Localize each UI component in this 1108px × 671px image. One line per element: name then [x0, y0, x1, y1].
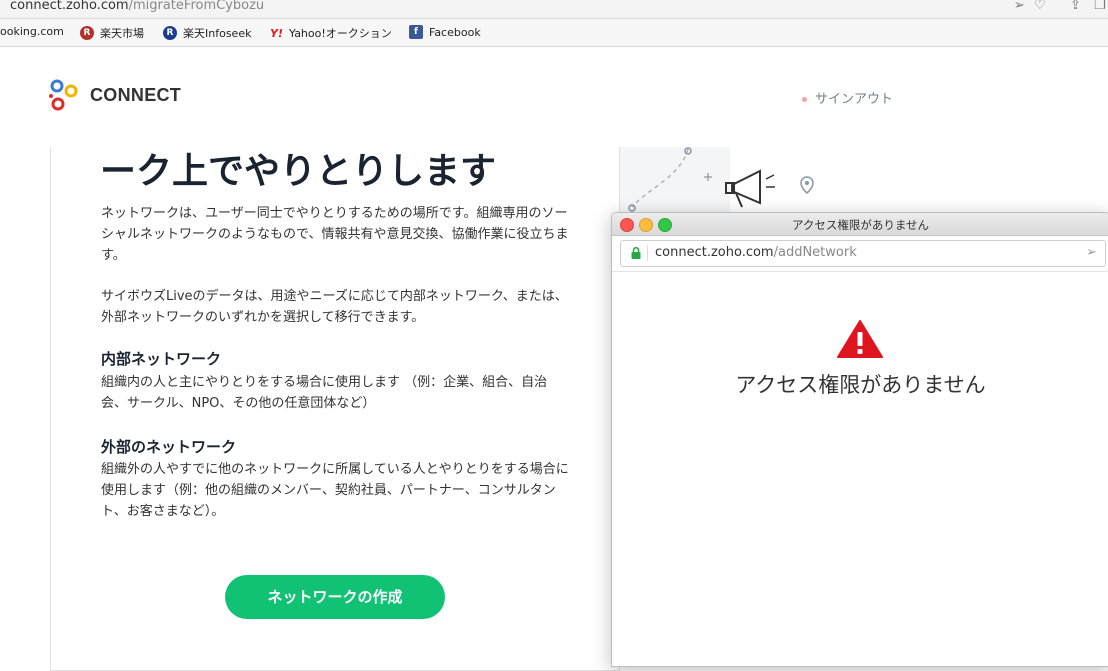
infoseek-icon: R — [163, 26, 177, 40]
access-denied-window: アクセス権限がありません connect.zoho.com/addNetwork… — [611, 212, 1108, 667]
send-page-icon[interactable]: ➢ — [1086, 245, 1097, 260]
browser-url-bar[interactable]: connect.zoho.com/migrateFromCybozu ➢ ♡ ⇪… — [0, 0, 1108, 19]
connect-logo[interactable]: CONNECT — [48, 78, 181, 112]
bookmarks-bar: ooking.com R 楽天市場 R 楽天Infoseek Y! Yahoo!… — [0, 19, 1108, 47]
warning-triangle-icon — [837, 320, 883, 358]
share-page-icon[interactable]: ➢ — [1014, 0, 1025, 13]
external-network-description: 組織外の人やすでに他のネットワークに所属している人とやりとりをする場合に使用しま… — [101, 462, 569, 519]
access-denied-message: アクセス権限がありません — [735, 373, 986, 397]
bookmark-facebook[interactable]: f Facebook — [409, 25, 481, 39]
create-network-button[interactable]: ネットワークの作成 — [225, 575, 445, 619]
intro-paragraph-1: ネットワークは、ユーザー同士でやりとりするための場所です。組織専用のソーシャルネ… — [101, 206, 569, 263]
signout-link[interactable]: サインアウト — [802, 88, 893, 107]
internal-network-title: 内部ネットワーク — [101, 350, 222, 368]
bookmark-rakuten-ichiba[interactable]: R 楽天市場 — [80, 25, 144, 41]
secure-lock-icon — [631, 247, 641, 259]
logo-text: CONNECT — [90, 84, 182, 105]
favorite-heart-icon[interactable]: ♡ — [1034, 0, 1046, 13]
megaphone-illustration-icon — [620, 147, 814, 213]
window-titlebar[interactable]: アクセス権限がありません — [612, 213, 1108, 236]
popup-address-bar[interactable]: connect.zoho.com/addNetwork ➢ — [620, 240, 1106, 267]
signout-dot-icon — [802, 97, 807, 102]
rakuten-icon: R — [80, 26, 94, 40]
bookmark-booking[interactable]: ooking.com — [0, 25, 64, 38]
facebook-icon: f — [409, 25, 423, 39]
bookmark-yahoo-auction[interactable]: Y! Yahoo!オークション — [270, 25, 392, 41]
internal-network-description: 組織内の人と主にやりとりをする場合に使用します （例：企業、組合、自治会、サーク… — [101, 375, 548, 411]
url-text[interactable]: connect.zoho.com/migrateFromCybozu — [10, 0, 264, 13]
tabs-icon[interactable]: ❐ — [1094, 0, 1106, 13]
popup-divider — [612, 271, 1108, 272]
window-title: アクセス権限がありません — [791, 218, 930, 232]
bookmark-rakuten-infoseek[interactable]: R 楽天Infoseek — [163, 25, 251, 41]
connect-logo-icon — [49, 79, 78, 111]
yahoo-icon: Y! — [270, 26, 283, 40]
network-illustration — [620, 147, 850, 213]
popup-url-text[interactable]: connect.zoho.com/addNetwork — [655, 245, 857, 260]
address-separator — [647, 245, 648, 261]
intro-paragraph-2: サイボウズLiveのデータは、用途やニーズに応じて内部ネットワーク、または、外部… — [101, 289, 568, 325]
share-icon[interactable]: ⇪ — [1070, 0, 1081, 13]
external-network-title: 外部のネットワーク — [101, 438, 237, 456]
page-heading: ーク上でやりとりします — [100, 151, 497, 192]
